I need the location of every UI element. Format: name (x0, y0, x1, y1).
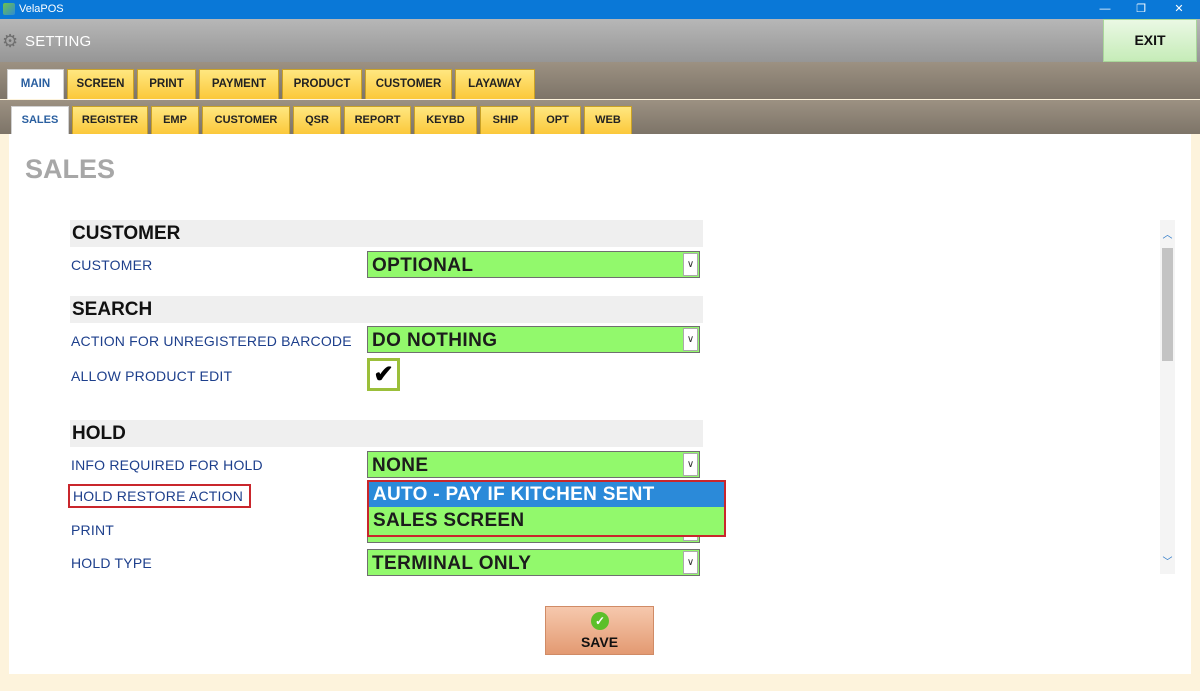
subtab-opt[interactable]: OPT (534, 106, 581, 134)
tab-screen[interactable]: SCREEN (67, 69, 134, 99)
scroll-up-icon[interactable]: ︿ (1160, 226, 1175, 241)
dropdown-option-auto-pay[interactable]: AUTO - PAY IF KITCHEN SENT (369, 482, 724, 507)
tab-payment[interactable]: PAYMENT (199, 69, 279, 99)
info-required-select[interactable]: NONE ∨ (367, 451, 700, 478)
tab-product[interactable]: PRODUCT (282, 69, 362, 99)
page-title: SALES (25, 154, 116, 184)
hold-type-value: TERMINAL ONLY (372, 553, 532, 574)
hold-type-select[interactable]: TERMINAL ONLY ∨ (367, 549, 700, 576)
customer-select-value: OPTIONAL (372, 255, 474, 276)
tab-layaway[interactable]: LAYAWAY (455, 69, 535, 99)
subtab-report[interactable]: REPORT (344, 106, 411, 134)
chevron-down-icon[interactable]: ∨ (683, 453, 698, 476)
section-search-heading: SEARCH (70, 296, 703, 323)
subtab-keybd[interactable]: KEYBD (414, 106, 477, 134)
subtab-emp[interactable]: EMP (151, 106, 199, 134)
close-icon[interactable]: ✕ (1162, 0, 1196, 19)
chevron-down-icon[interactable]: ∨ (683, 328, 698, 351)
minimize-icon[interactable]: — (1088, 0, 1122, 19)
info-required-label: INFO REQUIRED FOR HOLD (71, 457, 263, 473)
tab-print[interactable]: PRINT (137, 69, 196, 99)
section-customer-heading: CUSTOMER (70, 220, 703, 247)
unregistered-barcode-value: DO NOTHING (372, 330, 498, 351)
section-hold-heading: HOLD (70, 420, 703, 447)
customer-select[interactable]: OPTIONAL ∨ (367, 251, 700, 278)
save-button-label: SAVE (580, 634, 619, 650)
tab-main[interactable]: MAIN (7, 69, 64, 99)
hold-restore-action-label: HOLD RESTORE ACTION (68, 484, 252, 508)
unregistered-barcode-select[interactable]: DO NOTHING ∨ (367, 326, 700, 353)
settings-panel: SALES CUSTOMER CUSTOMER OPTIONAL ∨ SEARC… (9, 134, 1191, 674)
settings-header: ⚙ SETTING EXIT (0, 19, 1200, 62)
scrollbar-thumb[interactable] (1162, 248, 1173, 361)
header-title: SETTING (25, 33, 92, 50)
customer-label: CUSTOMER (71, 257, 153, 273)
hold-restore-action-dropdown[interactable]: AUTO - PAY IF KITCHEN SENT SALES SCREEN (367, 480, 726, 537)
vertical-scrollbar[interactable]: ︿ ﹀ (1160, 220, 1175, 574)
subtab-ship[interactable]: SHIP (480, 106, 531, 134)
subtab-sales[interactable]: SALES (11, 106, 69, 134)
subtab-web[interactable]: WEB (584, 106, 632, 134)
hold-type-label: HOLD TYPE (71, 555, 152, 571)
allow-product-edit-label: ALLOW PRODUCT EDIT (71, 368, 233, 384)
window-titlebar: VelaPOS — ❐ ✕ (0, 0, 1200, 19)
main-tab-bar: MAIN SCREEN PRINT PAYMENT PRODUCT CUSTOM… (0, 62, 1200, 99)
chevron-down-icon[interactable]: ∨ (683, 253, 698, 276)
dropdown-option-sales-screen[interactable]: SALES SCREEN (369, 508, 724, 533)
info-required-value: NONE (372, 455, 429, 476)
checkmark-icon: ✓ (591, 612, 609, 630)
window-title: VelaPOS (19, 3, 64, 15)
app-icon (3, 3, 15, 15)
gear-icon: ⚙ (2, 31, 19, 51)
restore-icon[interactable]: ❐ (1124, 0, 1158, 19)
allow-product-edit-checkbox[interactable]: ✔ (367, 358, 400, 391)
unregistered-barcode-label: ACTION FOR UNREGISTERED BARCODE (71, 333, 352, 349)
subtab-qsr[interactable]: QSR (293, 106, 341, 134)
tab-customer[interactable]: CUSTOMER (365, 69, 452, 99)
scroll-down-icon[interactable]: ﹀ (1160, 553, 1175, 568)
sub-tab-bar: SALES REGISTER EMP CUSTOMER QSR REPORT K… (0, 100, 1200, 134)
chevron-down-icon[interactable]: ∨ (683, 551, 698, 574)
subtab-customer[interactable]: CUSTOMER (202, 106, 290, 134)
exit-button[interactable]: EXIT (1103, 19, 1197, 62)
subtab-register[interactable]: REGISTER (72, 106, 148, 134)
print-label: PRINT (71, 522, 114, 538)
save-button[interactable]: ✓ SAVE (545, 606, 654, 655)
